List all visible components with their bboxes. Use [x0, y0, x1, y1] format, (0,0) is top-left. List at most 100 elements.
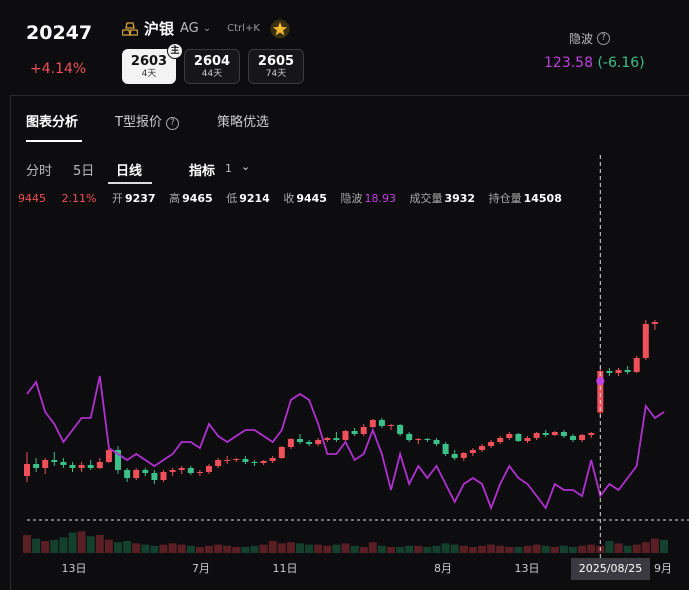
- volume-bar: [296, 543, 304, 553]
- candle-body: [215, 460, 222, 466]
- candle-body: [260, 461, 267, 463]
- crosshair-marker: [596, 377, 605, 385]
- volume-bar: [259, 544, 268, 553]
- volume-bar: [241, 547, 250, 553]
- volume-bar: [559, 545, 568, 553]
- candle-body: [433, 440, 440, 444]
- candlestick-chart[interactable]: 13日 7月 11日 8月 13日 9月: [0, 0, 689, 590]
- candle-body: [351, 431, 358, 434]
- x-axis-label: 8月: [434, 562, 452, 575]
- volume-bar: [214, 544, 223, 553]
- candle-body: [551, 432, 558, 435]
- candle-body: [96, 462, 103, 468]
- candle-body: [24, 464, 30, 476]
- volume-bar: [514, 547, 523, 553]
- candle-body: [542, 433, 549, 435]
- volume-bar: [95, 535, 104, 553]
- volume-bar: [168, 543, 177, 553]
- candle-body: [196, 472, 203, 473]
- candle-body: [378, 420, 385, 426]
- volume-bar: [50, 539, 59, 553]
- x-axis-label: 9月: [654, 562, 672, 575]
- candle-body: [251, 462, 258, 463]
- candle-body: [187, 468, 194, 473]
- candle-body: [588, 433, 595, 435]
- volume-bar: [650, 538, 659, 553]
- candle-body: [451, 454, 458, 458]
- volume-bar: [232, 547, 241, 553]
- volume-bar: [623, 545, 632, 553]
- candle-body: [415, 439, 422, 440]
- volume-bar: [578, 545, 587, 553]
- candle-body: [169, 470, 176, 472]
- candle-body: [78, 465, 85, 468]
- volume-bar: [177, 544, 186, 553]
- candle-body: [570, 436, 576, 440]
- candle-body: [278, 447, 285, 458]
- candle-body: [633, 358, 640, 372]
- candle-body: [460, 453, 467, 458]
- candle-body: [306, 442, 313, 444]
- crosshair-date-label: 2025/08/25: [571, 558, 650, 580]
- volume-bar: [432, 545, 441, 553]
- candle-body: [560, 432, 567, 436]
- candle-body: [469, 450, 476, 453]
- iv-line: [26, 375, 665, 511]
- candle-body: [651, 322, 658, 324]
- candle-body: [160, 472, 167, 480]
- volume-bar: [468, 547, 477, 553]
- candle-body: [615, 370, 622, 373]
- volume-bar: [23, 535, 31, 553]
- volume-bar: [459, 545, 468, 553]
- candle-body: [242, 459, 249, 462]
- candle-body: [69, 465, 76, 468]
- volume-bar: [277, 543, 286, 553]
- x-axis-label: 7月: [192, 562, 210, 575]
- volume-bar: [350, 545, 359, 553]
- volume-bar: [250, 545, 259, 553]
- candle-body: [524, 438, 531, 441]
- volume-bar: [414, 545, 423, 553]
- candle-body: [142, 470, 149, 473]
- volume-bar: [541, 545, 550, 553]
- candle-body: [488, 442, 495, 446]
- volume-bar: [32, 538, 41, 553]
- volume-bar: [86, 536, 95, 553]
- volume-bar: [195, 547, 204, 553]
- candle-body: [87, 465, 94, 468]
- candle-body: [60, 462, 67, 465]
- volume-bar: [377, 545, 386, 553]
- volume-bar: [450, 544, 459, 553]
- volume-bar: [123, 541, 132, 553]
- candle-body: [506, 434, 513, 438]
- candle-body: [105, 450, 112, 462]
- candle-body: [442, 444, 449, 454]
- candle-body: [360, 427, 367, 434]
- volume-bar: [605, 541, 614, 553]
- volume-bar: [41, 541, 50, 553]
- volume-bar: [614, 543, 623, 553]
- candle-body: [233, 459, 240, 460]
- x-axis-label: 13日: [62, 562, 87, 575]
- volume-bar: [205, 545, 213, 553]
- candle-body: [206, 466, 212, 472]
- candle-body: [606, 371, 613, 373]
- candle-body: [397, 425, 404, 434]
- volume-bar: [396, 547, 405, 553]
- volume-bar: [223, 545, 232, 553]
- volume-bar: [332, 544, 341, 553]
- volume-bar: [478, 545, 486, 553]
- candle-body: [333, 438, 340, 440]
- candle-body: [124, 470, 131, 478]
- volume-bar: [532, 544, 541, 553]
- volume-bar: [59, 537, 68, 553]
- candle-body: [287, 439, 294, 447]
- volume-bar: [132, 543, 141, 553]
- candle-body: [424, 439, 431, 440]
- volume-bar: [286, 542, 295, 553]
- candle-body: [579, 435, 586, 440]
- candle-body: [297, 439, 303, 442]
- candle-body: [406, 434, 413, 440]
- volume-bar: [159, 544, 168, 553]
- volume-bar: [186, 545, 195, 553]
